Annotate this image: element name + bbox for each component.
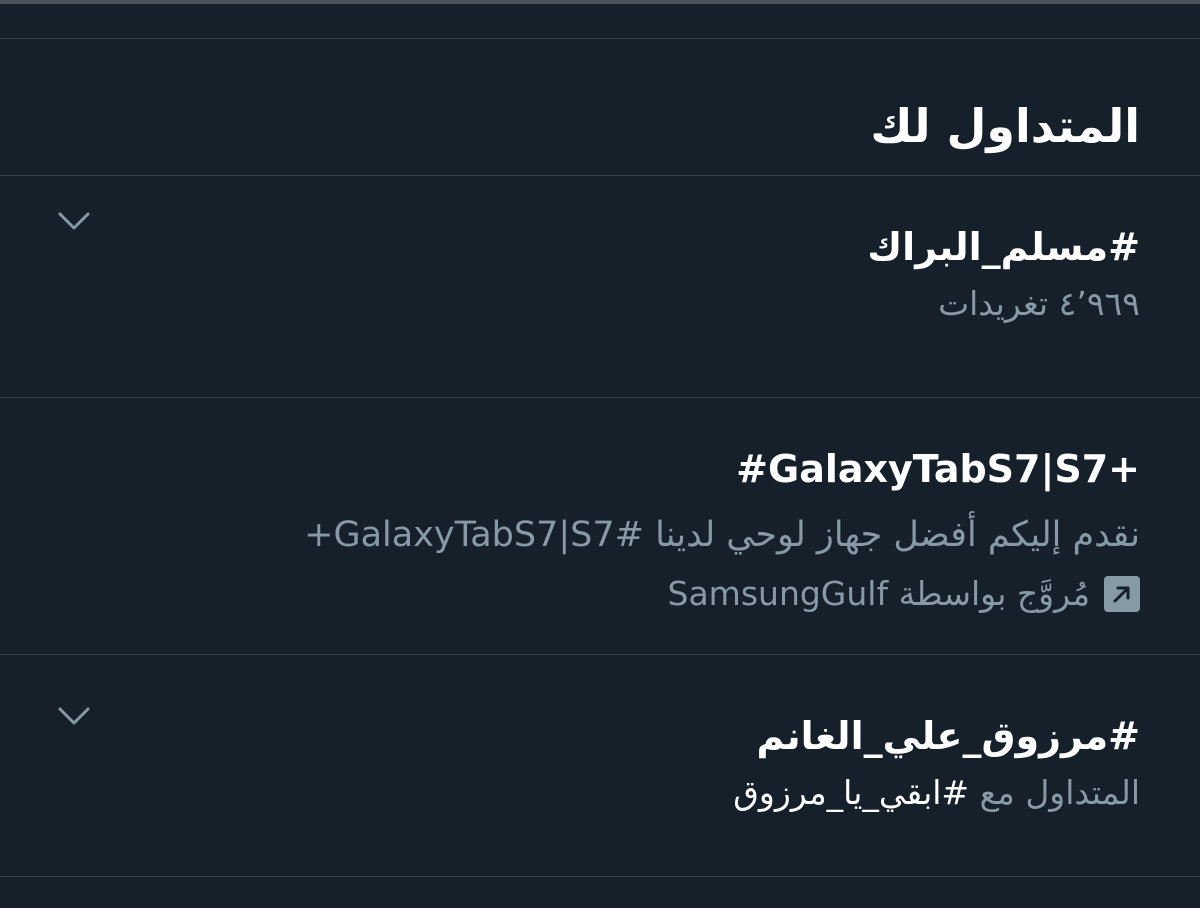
panel-title: المتداول لك <box>0 39 1200 176</box>
trend-name: #GalaxyTabS7|S7+ <box>736 447 1140 491</box>
promoted-by: مُروَّج بواسطة SamsungGulf <box>0 572 1140 616</box>
promoted-trend-item[interactable]: #GalaxyTabS7|S7+ نقدم إليكم أفضل جهاز لو… <box>0 398 1200 655</box>
trend-name: #مسلم_البراك <box>867 225 1140 269</box>
trends-panel: المتداول لك #مسلم_البراك ٤٬٩٦٩ تغريدات #… <box>0 39 1200 877</box>
top-edge-strip <box>0 0 1200 4</box>
trending-with: المتداول مع #ابقي_يا_مرزوق <box>0 771 1140 815</box>
trending-with-label: المتداول مع <box>979 773 1140 812</box>
trend-item[interactable]: #مسلم_البراك ٤٬٩٦٩ تغريدات <box>0 176 1200 398</box>
promoted-arrow-icon <box>1104 576 1140 612</box>
chevron-down-icon[interactable] <box>56 202 92 238</box>
trend-name: #مرزوق_علي_الغانم <box>756 714 1140 758</box>
chevron-down-icon[interactable] <box>56 697 92 733</box>
trend-description: نقدم إليكم أفضل جهاز لوحي لدينا #GalaxyT… <box>304 515 1140 555</box>
trend-item[interactable]: #مرزوق_علي_الغانم المتداول مع #ابقي_يا_م… <box>0 655 1200 877</box>
trend-tweet-count: ٤٬٩٦٩ تغريدات <box>938 284 1140 323</box>
promoted-label: مُروَّج بواسطة SamsungGulf <box>667 574 1090 613</box>
related-hashtag-link[interactable]: #ابقي_يا_مرزوق <box>733 773 969 812</box>
